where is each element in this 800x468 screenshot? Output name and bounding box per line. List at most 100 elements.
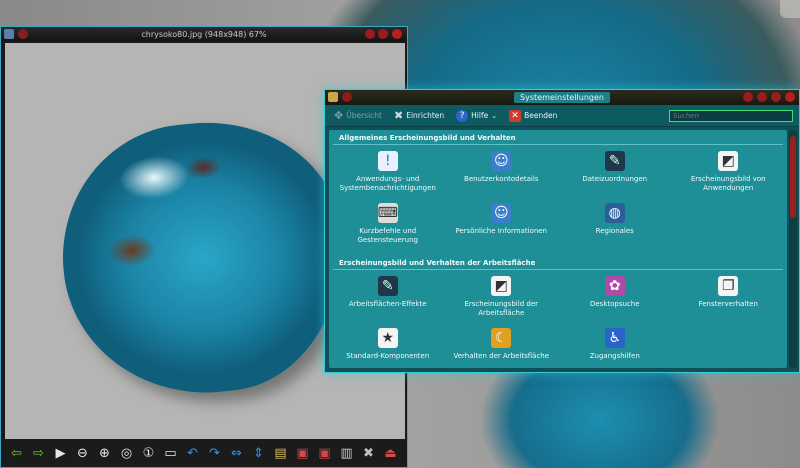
settings-module-item[interactable]: ✎ Dateizuordnungen <box>558 151 672 199</box>
settings-module-label: Desktopsuche <box>589 300 640 308</box>
zoom-in-icon[interactable]: ⊕ <box>95 444 114 463</box>
help-button[interactable]: ? Hilfe ⌄ <box>453 107 500 125</box>
settings-module-label: Erscheinungsbild der Arbeitsfläche <box>464 300 538 317</box>
section-grid: ✎ Arbeitsflächen-Effekte ◩ Erscheinungsbild… <box>329 270 787 368</box>
shortcuts-icon: ⌨ <box>377 203 398 223</box>
window-behavior-icon: ❐ <box>718 276 739 296</box>
settings-module-label: Zugangshilfen <box>589 352 640 360</box>
settings-pin-icon[interactable] <box>342 92 352 102</box>
configure-button[interactable]: ✖ Einrichten <box>391 107 447 125</box>
settings-title: Systemeinstellungen <box>514 92 610 103</box>
settings-module-label: Kurzbefehle und Gestensteuerung <box>357 227 418 244</box>
chrysocolla-stone-image <box>49 109 357 407</box>
configure-icon: ✖ <box>393 109 404 122</box>
help-dropdown-icon: ⌄ <box>491 111 498 120</box>
scrollbar-thumb[interactable] <box>790 136 796 218</box>
settings-module-item[interactable]: ✎ Arbeitsflächen-Effekte <box>331 276 445 324</box>
settings-minimize-button[interactable] <box>757 92 767 102</box>
settings-module-item[interactable]: ⌨ Kurzbefehle und Gestensteuerung <box>331 203 445 251</box>
settings-toolbar: ✥ Übersicht ✖ Einrichten ? Hilfe ⌄ ✕ Bee… <box>325 105 799 127</box>
settings-maximize-button[interactable] <box>771 92 781 102</box>
configure-label: Einrichten <box>406 111 445 120</box>
flip-horizontal-icon[interactable]: ⇔ <box>227 444 246 463</box>
settings-module-item[interactable]: ◍ Regionales <box>558 203 672 251</box>
save-icon[interactable]: ▣ <box>293 444 312 463</box>
settings-scrollbar[interactable] <box>789 130 797 368</box>
rotate-left-icon[interactable]: ↶ <box>183 444 202 463</box>
settings-module-label: Erscheinungsbild von Anwendungen <box>690 175 766 192</box>
delete-icon[interactable]: ▥ <box>337 444 356 463</box>
help-icon: ? <box>456 109 469 122</box>
desktop-corner-button[interactable] <box>780 0 800 18</box>
section-grid: ! Anwendungs- und Systembenachrichtigunge… <box>329 145 787 255</box>
overview-icon: ✥ <box>334 109 344 122</box>
settings-module-label: Arbeitsflächen-Effekte <box>348 300 427 308</box>
rotate-right-icon[interactable]: ↷ <box>205 444 224 463</box>
viewer-pin-icon[interactable] <box>18 29 28 39</box>
flip-vertical-icon[interactable]: ⇕ <box>249 444 268 463</box>
file-associations-icon: ✎ <box>604 151 625 171</box>
settings-category-list: Allgemeines Erscheinungsbild und Verhalt… <box>329 130 787 368</box>
forward-icon[interactable]: ⇨ <box>29 444 48 463</box>
settings-module-item[interactable]: ♿ Zugangshilfen <box>558 328 672 368</box>
settings-module-item[interactable]: ☺ Persönliche Informationen <box>445 203 559 251</box>
settings-module-label: Fensterverhalten <box>698 300 758 308</box>
quit-button[interactable]: ✕ Beenden <box>506 107 560 125</box>
default-components-icon: ★ <box>377 328 398 348</box>
section-heading: Erscheinungsbild und Verhalten der Arbei… <box>333 255 783 270</box>
viewer-titlebar[interactable]: chrysoko80.jpg (948x948) 67% <box>1 27 407 41</box>
settings-module-item[interactable]: ◩ Erscheinungsbild der Arbeitsfläche <box>445 276 559 324</box>
settings-titlebar[interactable]: Systemeinstellungen <box>325 90 799 105</box>
quit-label: Beenden <box>524 111 558 120</box>
system-settings-window: Systemeinstellungen ✥ Übersicht ✖ Einric… <box>324 89 800 373</box>
settings-app-icon[interactable] <box>328 92 338 102</box>
personal-info-icon: ☺ <box>491 203 512 223</box>
settings-module-label: Persönliche Informationen <box>455 227 548 235</box>
settings-module-item[interactable]: ☺ Benutzerkontodetails <box>445 151 559 199</box>
quit-icon: ✕ <box>509 109 522 122</box>
regional-icon: ◍ <box>604 203 625 223</box>
overview-button[interactable]: ✥ Übersicht <box>331 107 385 125</box>
desktop-search-icon: ✿ <box>604 276 625 296</box>
settings-module-item[interactable]: ✿ Desktopsuche <box>558 276 672 324</box>
desktop-appearance-icon: ◩ <box>491 276 512 296</box>
zoom-fit-icon[interactable]: ◎ <box>117 444 136 463</box>
viewer-app-icon[interactable] <box>4 29 14 39</box>
settings-module-item[interactable]: ★ Standard-Komponenten <box>331 328 445 368</box>
save-as-icon[interactable]: ▣ <box>315 444 334 463</box>
settings-module-label: Benutzerkontodetails <box>464 175 539 183</box>
help-label: Hilfe <box>471 111 489 120</box>
search-input[interactable] <box>669 109 793 122</box>
overview-label: Übersicht <box>346 111 382 120</box>
play-icon[interactable]: ▶ <box>51 444 70 463</box>
settings-module-item[interactable]: ❐ Fensterverhalten <box>672 276 786 324</box>
viewer-maximize-button[interactable] <box>378 29 388 39</box>
settings-icon[interactable]: ✖ <box>359 444 378 463</box>
zoom-out-icon[interactable]: ⊖ <box>73 444 92 463</box>
settings-close-button[interactable] <box>785 92 795 102</box>
workspace-behavior-icon: ☾ <box>491 328 512 348</box>
settings-module-label: Verhalten der Arbeitsfläche <box>453 352 550 360</box>
desktop-effects-icon: ✎ <box>377 276 398 296</box>
settings-help-button[interactable] <box>743 92 753 102</box>
settings-module-label: Regionales <box>595 227 634 235</box>
user-account-icon: ☺ <box>491 151 512 171</box>
settings-module-item[interactable]: ☾ Verhalten der Arbeitsfläche <box>445 328 559 368</box>
settings-module-label: Dateizuordnungen <box>582 175 648 183</box>
settings-module-item[interactable]: ! Anwendungs- und Systembenachrichtigunge… <box>331 151 445 199</box>
open-folder-icon[interactable]: ▤ <box>271 444 290 463</box>
accessibility-icon: ♿ <box>604 328 625 348</box>
settings-module-label: Standard-Komponenten <box>346 352 430 360</box>
settings-module-label: Anwendungs- und Systembenachrichtigungen <box>339 175 436 192</box>
quit-icon[interactable]: ⏏ <box>381 444 400 463</box>
viewer-close-button[interactable] <box>392 29 402 39</box>
settings-module-item[interactable]: ◩ Erscheinungsbild von Anwendungen <box>672 151 786 199</box>
viewer-title: chrysoko80.jpg (948x948) 67% <box>141 29 267 39</box>
viewer-minimize-button[interactable] <box>365 29 375 39</box>
application-appearance-icon: ◩ <box>718 151 739 171</box>
viewer-toolbar: ⇦ ⇨ ▶ ⊖ ⊕ ◎ ① ▭ ↶ ↷ ⇔ ⇕ ▤ ▣ ▣ ▥ ✖ ⏏ <box>1 439 407 467</box>
notification-icon: ! <box>377 151 398 171</box>
zoom-original-icon[interactable]: ① <box>139 444 158 463</box>
fullscreen-icon[interactable]: ▭ <box>161 444 180 463</box>
back-icon[interactable]: ⇦ <box>7 444 26 463</box>
